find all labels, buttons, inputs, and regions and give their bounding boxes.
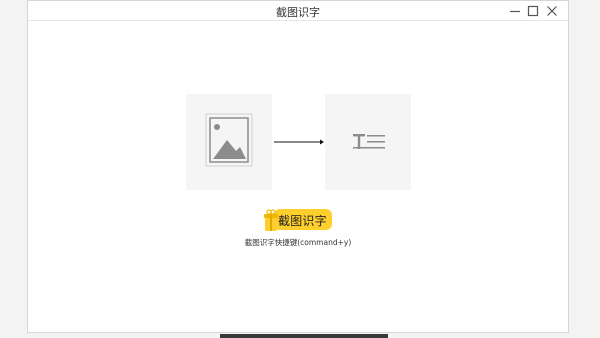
- shortcut-hint: 截图识字快捷键(command+y): [244, 238, 352, 247]
- close-button[interactable]: [544, 3, 560, 19]
- minimize-icon: [510, 10, 520, 13]
- minimize-button[interactable]: [507, 3, 523, 19]
- arrow-right-icon: [274, 139, 324, 145]
- app-window: 截图识字 截图识字 截图识字快捷键(command+y): [27, 0, 569, 333]
- capture-button[interactable]: 截图识字: [264, 208, 332, 232]
- maximize-button[interactable]: [525, 3, 541, 19]
- title-bar: 截图识字: [28, 1, 568, 21]
- close-icon: [547, 6, 557, 16]
- text-card: [325, 94, 411, 190]
- taskbar-strip: [220, 334, 388, 338]
- gift-icon: [264, 209, 278, 231]
- text-icon: [353, 134, 385, 149]
- image-icon: [205, 113, 253, 167]
- image-card: [186, 94, 272, 190]
- window-title: 截图识字: [276, 6, 320, 19]
- capture-button-label: 截图识字: [278, 214, 327, 228]
- maximize-icon: [527, 5, 539, 17]
